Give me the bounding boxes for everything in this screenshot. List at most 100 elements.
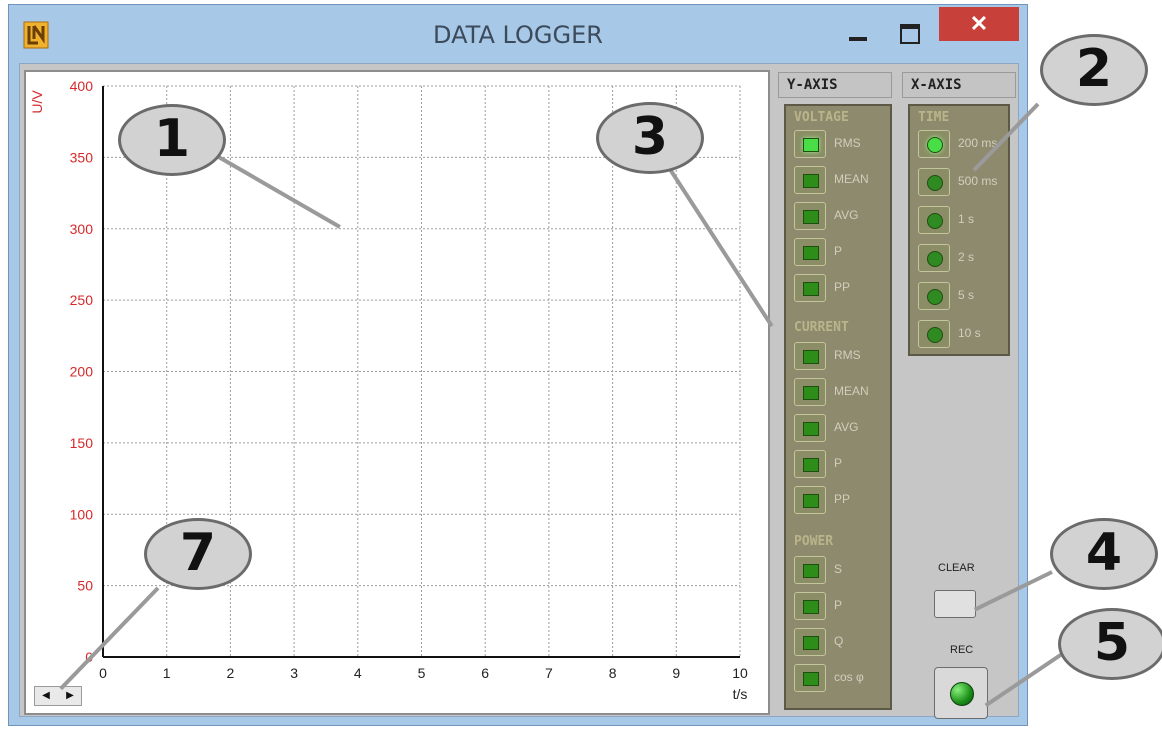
round-led-icon [927, 213, 943, 229]
led-button[interactable] [794, 238, 826, 266]
record-indicator-icon [950, 682, 974, 706]
x-tick-label: 0 [99, 665, 107, 681]
led-button[interactable] [794, 342, 826, 370]
led-option-label: P [834, 244, 843, 258]
title-bar: DATA LOGGER ✕ [9, 5, 1027, 67]
callout-3: 3 [596, 102, 704, 174]
square-led-icon [803, 672, 819, 686]
callout-4: 4 [1050, 518, 1158, 590]
square-led-icon [803, 350, 819, 364]
y-tick-label: 100 [70, 506, 94, 522]
square-led-icon [803, 422, 819, 436]
callout-2: 2 [1040, 34, 1148, 106]
x-tick-label: 7 [545, 665, 553, 681]
led-button[interactable] [794, 450, 826, 478]
led-option-label: RMS [834, 348, 861, 362]
y-axis-panel-title: Y-AXIS [778, 72, 892, 98]
y-axis-label: U/V [29, 90, 45, 114]
led-button[interactable] [794, 378, 826, 406]
led-button[interactable] [794, 414, 826, 442]
led-button[interactable] [794, 130, 826, 158]
callout-1: 1 [118, 104, 226, 176]
led-button[interactable] [918, 206, 950, 234]
x-axis-title-label: X-AXIS [911, 77, 962, 93]
led-button[interactable] [794, 556, 826, 584]
round-led-icon [927, 175, 943, 191]
round-led-icon [927, 137, 943, 153]
rec-button[interactable] [934, 667, 988, 719]
led-button[interactable] [918, 320, 950, 348]
led-option-label: MEAN [834, 384, 869, 398]
led-option-label: cos φ [834, 670, 864, 684]
maximize-button[interactable] [893, 19, 927, 49]
led-option-label: 1 s [958, 212, 975, 226]
square-led-icon [803, 636, 819, 650]
clear-button[interactable] [934, 590, 976, 618]
y-axis-title-label: Y-AXIS [787, 77, 838, 93]
y-tick-label: 300 [70, 221, 94, 237]
y-tick-label: 50 [77, 578, 93, 594]
square-led-icon [803, 210, 819, 224]
y-tick-label: 400 [70, 78, 94, 94]
x-axis-panel-title: X-AXIS [902, 72, 1016, 98]
time-scroll-control[interactable]: ◀ ▶ [34, 686, 82, 706]
x-group-label: TIME [918, 110, 950, 125]
led-option-label: 10 s [958, 326, 981, 340]
round-led-icon [927, 289, 943, 305]
led-button[interactable] [918, 282, 950, 310]
led-option-label: AVG [834, 420, 859, 434]
led-button[interactable] [918, 130, 950, 158]
square-led-icon [803, 494, 819, 508]
x-tick-label: 8 [609, 665, 617, 681]
led-button[interactable] [794, 166, 826, 194]
y-axis-panel: VOLTAGE RMS MEAN AVG P PP CURRENT RMS MEAN AVG P PP… [784, 104, 892, 710]
led-button[interactable] [794, 274, 826, 302]
x-tick-label: 2 [227, 665, 235, 681]
led-button[interactable] [918, 244, 950, 272]
led-button[interactable] [918, 168, 950, 196]
led-option-label: 500 ms [958, 174, 998, 188]
led-option-label: RMS [834, 136, 861, 150]
x-axis-label: t/s [733, 686, 748, 702]
x-tick-label: 1 [163, 665, 171, 681]
x-tick-label: 5 [418, 665, 426, 681]
square-led-icon [803, 246, 819, 260]
led-option-label: 5 s [958, 288, 975, 302]
y-group-label: CURRENT [794, 320, 849, 335]
led-button[interactable] [794, 592, 826, 620]
led-option-label: PP [834, 492, 851, 506]
square-led-icon [803, 282, 819, 296]
scroll-left-icon: ◀ [42, 690, 50, 701]
led-option-label: Q [834, 634, 844, 648]
x-tick-label: 4 [354, 665, 362, 681]
close-button[interactable]: ✕ [939, 7, 1019, 41]
square-led-icon [803, 600, 819, 614]
x-axis-panel: TIME 200 ms 500 ms 1 s2 s5 s 10 s [908, 104, 1010, 356]
round-led-icon [927, 251, 943, 267]
y-tick-label: 200 [70, 364, 94, 380]
square-led-icon [803, 174, 819, 188]
led-button[interactable] [794, 486, 826, 514]
minimize-button[interactable] [841, 19, 875, 49]
led-button[interactable] [794, 628, 826, 656]
y-tick-label: 350 [70, 149, 94, 165]
scroll-left-button[interactable]: ◀ [35, 687, 57, 705]
led-button[interactable] [794, 202, 826, 230]
scroll-right-icon: ▶ [66, 690, 74, 701]
callout-7: 7 [144, 518, 252, 590]
y-tick-label: 150 [70, 435, 94, 451]
led-button[interactable] [794, 664, 826, 692]
y-tick-label: 250 [70, 292, 94, 308]
rec-label: REC [950, 644, 974, 656]
led-option-label: AVG [834, 208, 859, 222]
led-option-label: P [834, 598, 843, 612]
close-icon: ✕ [969, 11, 989, 36]
square-led-icon [803, 564, 819, 578]
led-option-label: S [834, 562, 843, 576]
maximize-icon [900, 24, 920, 44]
led-option-label: MEAN [834, 172, 869, 186]
y-group-label: POWER [794, 534, 834, 549]
clear-label: CLEAR [938, 562, 975, 574]
led-option-label: 2 s [958, 250, 975, 264]
callout-5: 5 [1058, 608, 1162, 680]
